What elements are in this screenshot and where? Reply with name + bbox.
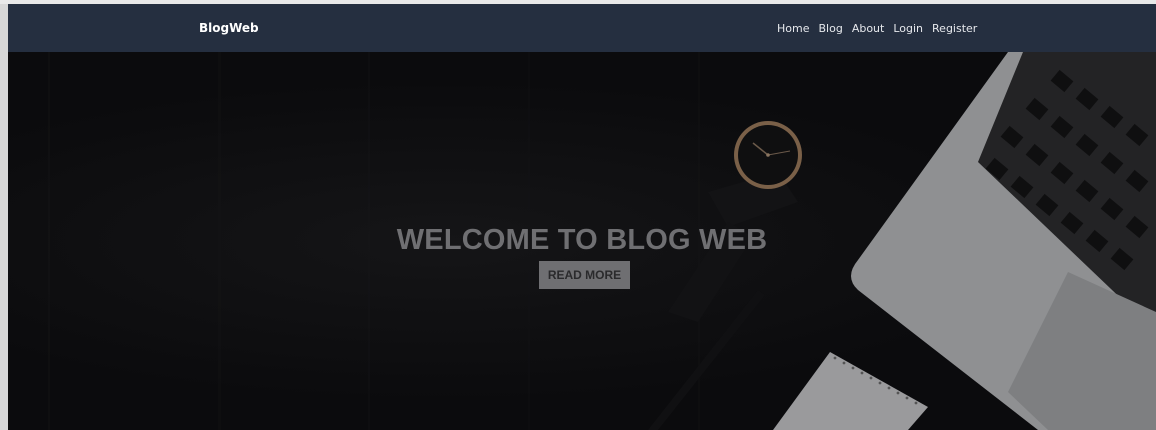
read-more-button[interactable]: READ MORE (539, 261, 630, 289)
wristwatch-image (668, 121, 802, 322)
nav-link-home[interactable]: Home (777, 22, 809, 35)
nav-link-blog[interactable]: Blog (818, 22, 842, 35)
nav-link-about[interactable]: About (852, 22, 885, 35)
pen-image (648, 290, 765, 430)
navbar: BlogWeb Home Blog About Login Register (8, 4, 1156, 52)
notebook-image (773, 352, 928, 430)
nav-link-login[interactable]: Login (893, 22, 923, 35)
browser-viewport: BlogWeb Home Blog About Login Register W… (0, 4, 1156, 430)
hero-title: WELCOME TO BLOG WEB (396, 224, 768, 257)
nav-link-register[interactable]: Register (932, 22, 977, 35)
brand-logo[interactable]: BlogWeb (199, 4, 259, 52)
hero-section: WELCOME TO BLOG WEB READ MORE (8, 52, 1156, 430)
nav-links: Home Blog About Login Register (777, 4, 986, 52)
